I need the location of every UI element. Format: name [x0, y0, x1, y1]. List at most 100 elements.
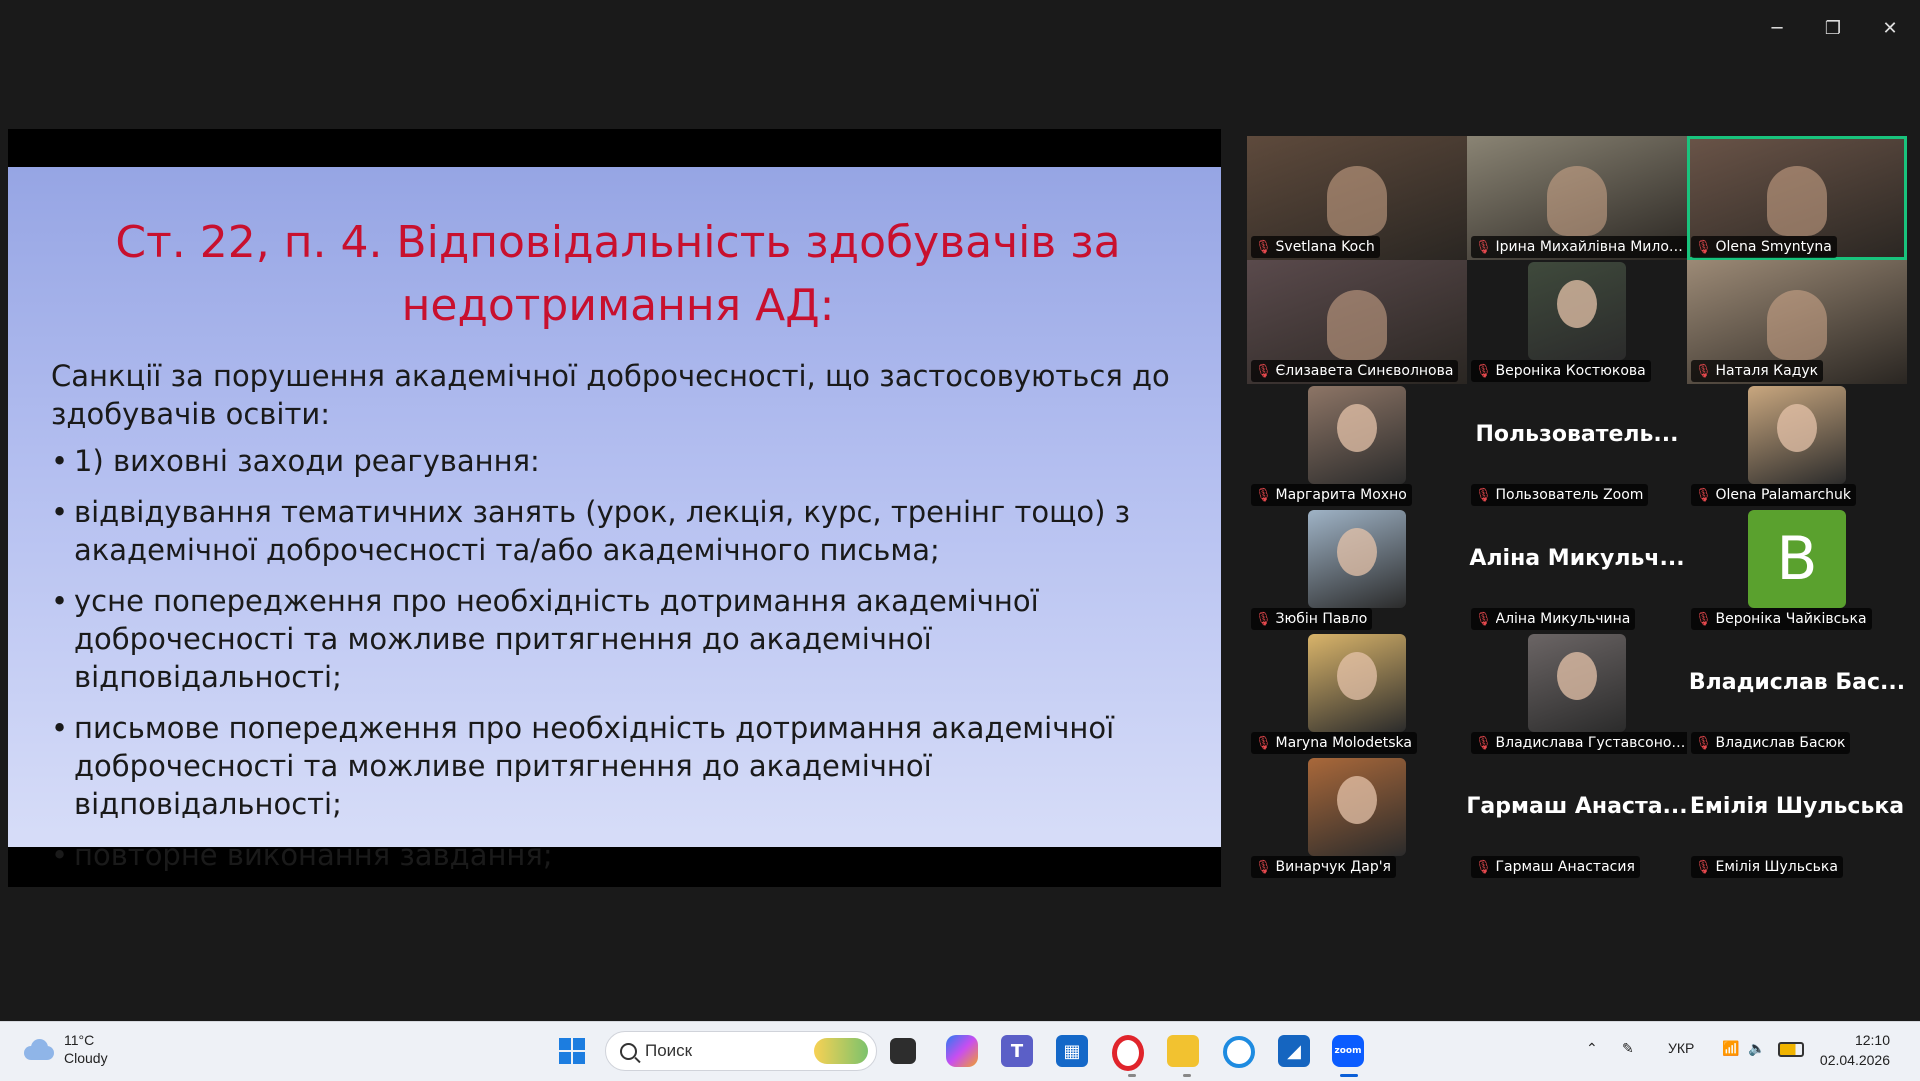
participant-nameplate: 🎙 Svetlana Koch: [1251, 236, 1380, 258]
participant-tile[interactable]: 🎙 Olena Palamarchuk: [1687, 384, 1907, 508]
participant-name: Olena Palamarchuk: [1715, 487, 1852, 503]
start-icon[interactable]: [556, 1035, 588, 1067]
cortana-icon[interactable]: [1223, 1036, 1255, 1068]
chevron-up-icon[interactable]: ⌃: [1586, 1040, 1598, 1057]
slide-bullet: відвідування тематичних занять (урок, ле…: [51, 493, 1201, 569]
pen-icon[interactable]: ✎: [1622, 1040, 1634, 1057]
clock-date: 02.04.2026: [1819, 1052, 1890, 1068]
participant-tile[interactable]: Аліна Микульч... 🎙 Аліна Микульчина: [1467, 508, 1687, 632]
mic-muted-icon: 🎙: [1695, 239, 1712, 255]
participant-nameplate: 🎙 Olena Palamarchuk: [1691, 484, 1857, 506]
zoom-icon[interactable]: zoom: [1332, 1035, 1364, 1067]
slide-bullet: 1) виховні заходи реагування:: [51, 442, 1201, 480]
search-icon: [620, 1042, 637, 1060]
participant-nameplate: 🎙 Емілія Шульська: [1691, 856, 1843, 878]
azure-icon[interactable]: ◢: [1278, 1035, 1310, 1067]
mic-muted-icon: 🎙: [1695, 735, 1712, 751]
participant-tile[interactable]: 🎙 Наталя Кадук: [1687, 260, 1907, 384]
copilot-icon[interactable]: [946, 1035, 978, 1067]
mic-muted-icon: 🎙: [1695, 363, 1712, 379]
participant-tile[interactable]: 🎙 Svetlana Koch: [1247, 136, 1467, 260]
store-icon[interactable]: ▦: [1056, 1035, 1088, 1067]
mic-muted-icon: 🎙: [1255, 487, 1272, 503]
participant-name: Винарчук Дар'я: [1275, 859, 1391, 875]
volume-icon[interactable]: 🔈: [1748, 1040, 1765, 1057]
participant-nameplate: 🎙 Владислав Басюк: [1691, 732, 1851, 754]
mic-muted-icon: 🎙: [1475, 487, 1492, 503]
participant-avatar: [1308, 386, 1406, 484]
cloud-icon: [22, 1038, 56, 1060]
search-input[interactable]: Поиск: [605, 1031, 877, 1071]
avatar-face: [1337, 776, 1377, 824]
participant-avatar: [1308, 634, 1406, 732]
participant-video: [1767, 290, 1827, 360]
participant-tile[interactable]: 🎙 Maryna Molodetska: [1247, 632, 1467, 756]
participant-tile[interactable]: 🎙 Вероніка Костюкова: [1467, 260, 1687, 384]
close-button[interactable]: ✕: [1870, 14, 1910, 42]
avatar-face: [1777, 404, 1817, 452]
participant-avatar: [1308, 758, 1406, 856]
zoom-active-indicator: [1340, 1074, 1358, 1077]
participant-nameplate: 🎙 Владислава Густавсонова: [1471, 732, 1687, 754]
battery-icon[interactable]: [1778, 1042, 1804, 1057]
participant-name: Зюбін Павло: [1275, 611, 1368, 627]
avatar-face: [1337, 528, 1377, 576]
opera-running-indicator: [1128, 1074, 1136, 1077]
slide-intro: Санкції за порушення академічної доброче…: [51, 359, 1170, 431]
participant-tile[interactable]: Гармаш Анаста... 🎙 Гармаш Анастасия: [1467, 756, 1687, 880]
participant-name: Вероніка Костюкова: [1495, 363, 1646, 379]
participant-tile[interactable]: B 🎙 Вероніка Чайківська: [1687, 508, 1907, 632]
participant-tile[interactable]: 🎙 Владислава Густавсонова: [1467, 632, 1687, 756]
file-explorer-icon[interactable]: [1167, 1035, 1199, 1067]
mic-muted-icon: 🎙: [1475, 859, 1492, 875]
mic-muted-icon: 🎙: [1255, 611, 1272, 627]
participant-nameplate: 🎙 Maryna Molodetska: [1251, 732, 1417, 754]
participant-tile[interactable]: 🎙 Винарчук Дар'я: [1247, 756, 1467, 880]
participant-tile[interactable]: 🎙 Маргарита Мохно: [1247, 384, 1467, 508]
avatar-face: [1337, 652, 1377, 700]
participant-name: Єлизавета Синєволнова: [1275, 363, 1454, 379]
participant-tile[interactable]: Владислав Бас... 🎙 Владислав Басюк: [1687, 632, 1907, 756]
weather-condition: Cloudy: [64, 1050, 108, 1066]
participant-nameplate: 🎙 Гармаш Анастасия: [1471, 856, 1640, 878]
participant-tile[interactable]: 🎙 Ірина Михайлівна Милос...: [1467, 136, 1687, 260]
participant-nameplate: 🎙 Ірина Михайлівна Милос...: [1471, 236, 1687, 258]
restore-button[interactable]: ❐: [1813, 14, 1853, 42]
mic-muted-icon: 🎙: [1695, 611, 1712, 627]
system-clock[interactable]: 12:10 02.04.2026: [1820, 1030, 1890, 1070]
participant-nameplate: 🎙 Пользователь Zoom: [1471, 484, 1649, 506]
weather-widget[interactable]: 11°C Cloudy: [22, 1031, 108, 1067]
participant-tile[interactable]: 🎙 Єлизавета Синєволнова: [1247, 260, 1467, 384]
teams-icon[interactable]: T: [1001, 1035, 1033, 1067]
mic-muted-icon: 🎙: [1475, 735, 1492, 751]
participant-video: [1327, 290, 1387, 360]
slide-bullet: письмове попередження про необхідність д…: [51, 709, 1201, 823]
weather-temp: 11°C: [64, 1032, 95, 1048]
mic-muted-icon: 🎙: [1695, 859, 1712, 875]
search-highlight-icon: [814, 1038, 868, 1064]
participant-tile[interactable]: 🎙 Зюбін Павло: [1247, 508, 1467, 632]
participant-name: Гармаш Анастасия: [1495, 859, 1635, 875]
participant-name: Пользователь Zoom: [1495, 487, 1644, 503]
mic-muted-icon: 🎙: [1255, 363, 1272, 379]
participant-tile[interactable]: Емілія Шульська 🎙 Емілія Шульська: [1687, 756, 1907, 880]
participant-name: Ірина Михайлівна Милос...: [1495, 239, 1687, 255]
language-indicator[interactable]: УКР: [1668, 1040, 1694, 1056]
mic-muted-icon: 🎙: [1695, 487, 1712, 503]
shared-screen: Ст. 22, п. 4. Відповідальність здобувачі…: [8, 129, 1221, 887]
participant-tile[interactable]: Пользователь... 🎙 Пользователь Zoom: [1467, 384, 1687, 508]
participant-nameplate: 🎙 Наталя Кадук: [1691, 360, 1824, 382]
participant-display-name: Пользователь...: [1475, 421, 1679, 447]
mic-muted-icon: 🎙: [1255, 735, 1272, 751]
participant-video: [1327, 166, 1387, 236]
task-view-icon[interactable]: [890, 1038, 916, 1064]
wifi-icon[interactable]: 📶: [1722, 1040, 1739, 1057]
mic-muted-icon: 🎙: [1475, 239, 1492, 255]
participant-nameplate: 🎙 Вероніка Чайківська: [1691, 608, 1872, 630]
participant-display-name: Аліна Микульч...: [1469, 545, 1685, 571]
minimize-button[interactable]: ─: [1757, 14, 1797, 42]
participant-tile[interactable]: 🎙 Olena Smyntyna: [1687, 136, 1907, 260]
opera-icon[interactable]: [1112, 1035, 1144, 1071]
participant-name: Вероніка Чайківська: [1715, 611, 1867, 627]
slide-bullet-list: 1) виховні заходи реагування: відвідуван…: [51, 442, 1201, 887]
